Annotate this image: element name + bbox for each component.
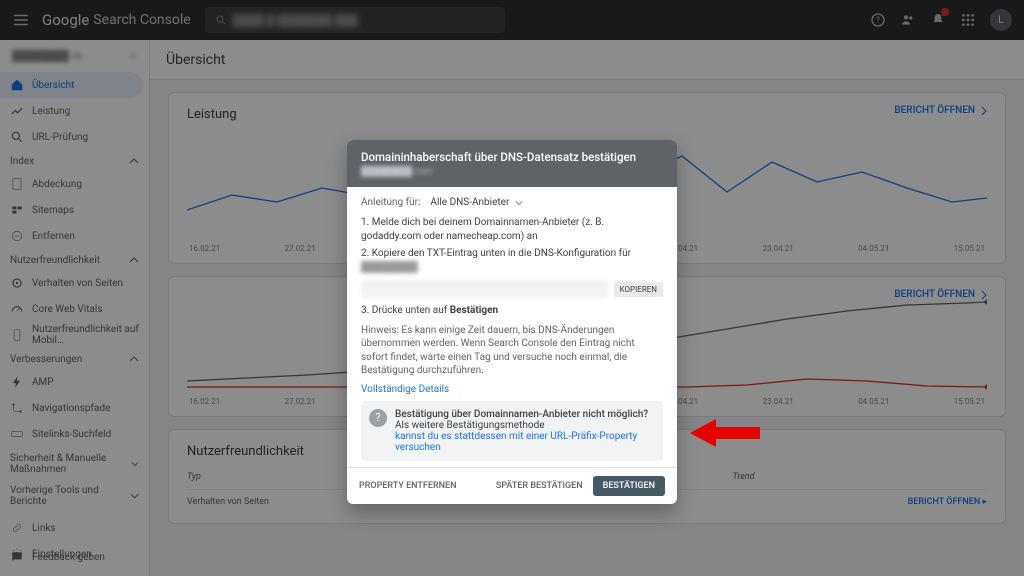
help-icon: ? [369, 409, 387, 427]
alt-link[interactable]: kannst du es stattdessen mit einer URL-P… [395, 431, 655, 453]
step-1: 1. Melde dich bei deinem Domainnamen-Anb… [361, 216, 663, 243]
dialog-title: Domaininhaberschaft über DNS-Datensatz b… [361, 150, 663, 164]
dialog-header: Domaininhaberschaft über DNS-Datensatz b… [347, 140, 677, 187]
provider-select[interactable]: Alle DNS-Anbieter [430, 197, 523, 208]
step-3: 3. Drücke unten auf Bestätigen [361, 304, 663, 318]
dns-verify-dialog: Domaininhaberschaft über DNS-Datensatz b… [347, 140, 677, 504]
txt-record-value[interactable] [361, 280, 608, 298]
alt-verification-box: ? Bestätigung über Domainnamen-Anbieter … [361, 401, 663, 461]
alt-title: Bestätigung über Domainnamen-Anbieter ni… [395, 409, 655, 420]
hint-text: Hinweis: Es kann einige Zeit dauern, bis… [361, 324, 663, 378]
step-2: 2. Kopiere den TXT-Eintrag unten in die … [361, 247, 663, 274]
txt-record-row: KOPIEREN [361, 280, 663, 298]
full-details-link[interactable]: Vollständige Details [361, 384, 663, 395]
annotation-arrow [690, 415, 760, 454]
remove-property-button[interactable]: PROPERTY ENTFERNEN [359, 481, 456, 491]
verify-later-button[interactable]: SPÄTER BESTÄTIGEN [496, 481, 583, 491]
alt-sub: Als weitere Bestätigungsmethode [395, 420, 655, 431]
dialog-domain: ████████.com [361, 166, 432, 177]
confirm-button[interactable]: BESTÄTIGEN [593, 476, 665, 496]
copy-button[interactable]: KOPIEREN [614, 282, 663, 297]
chevron-down-icon [515, 199, 523, 207]
provider-label: Anleitung für: [361, 197, 420, 208]
dialog-footer: PROPERTY ENTFERNEN SPÄTER BESTÄTIGEN BES… [347, 467, 677, 504]
